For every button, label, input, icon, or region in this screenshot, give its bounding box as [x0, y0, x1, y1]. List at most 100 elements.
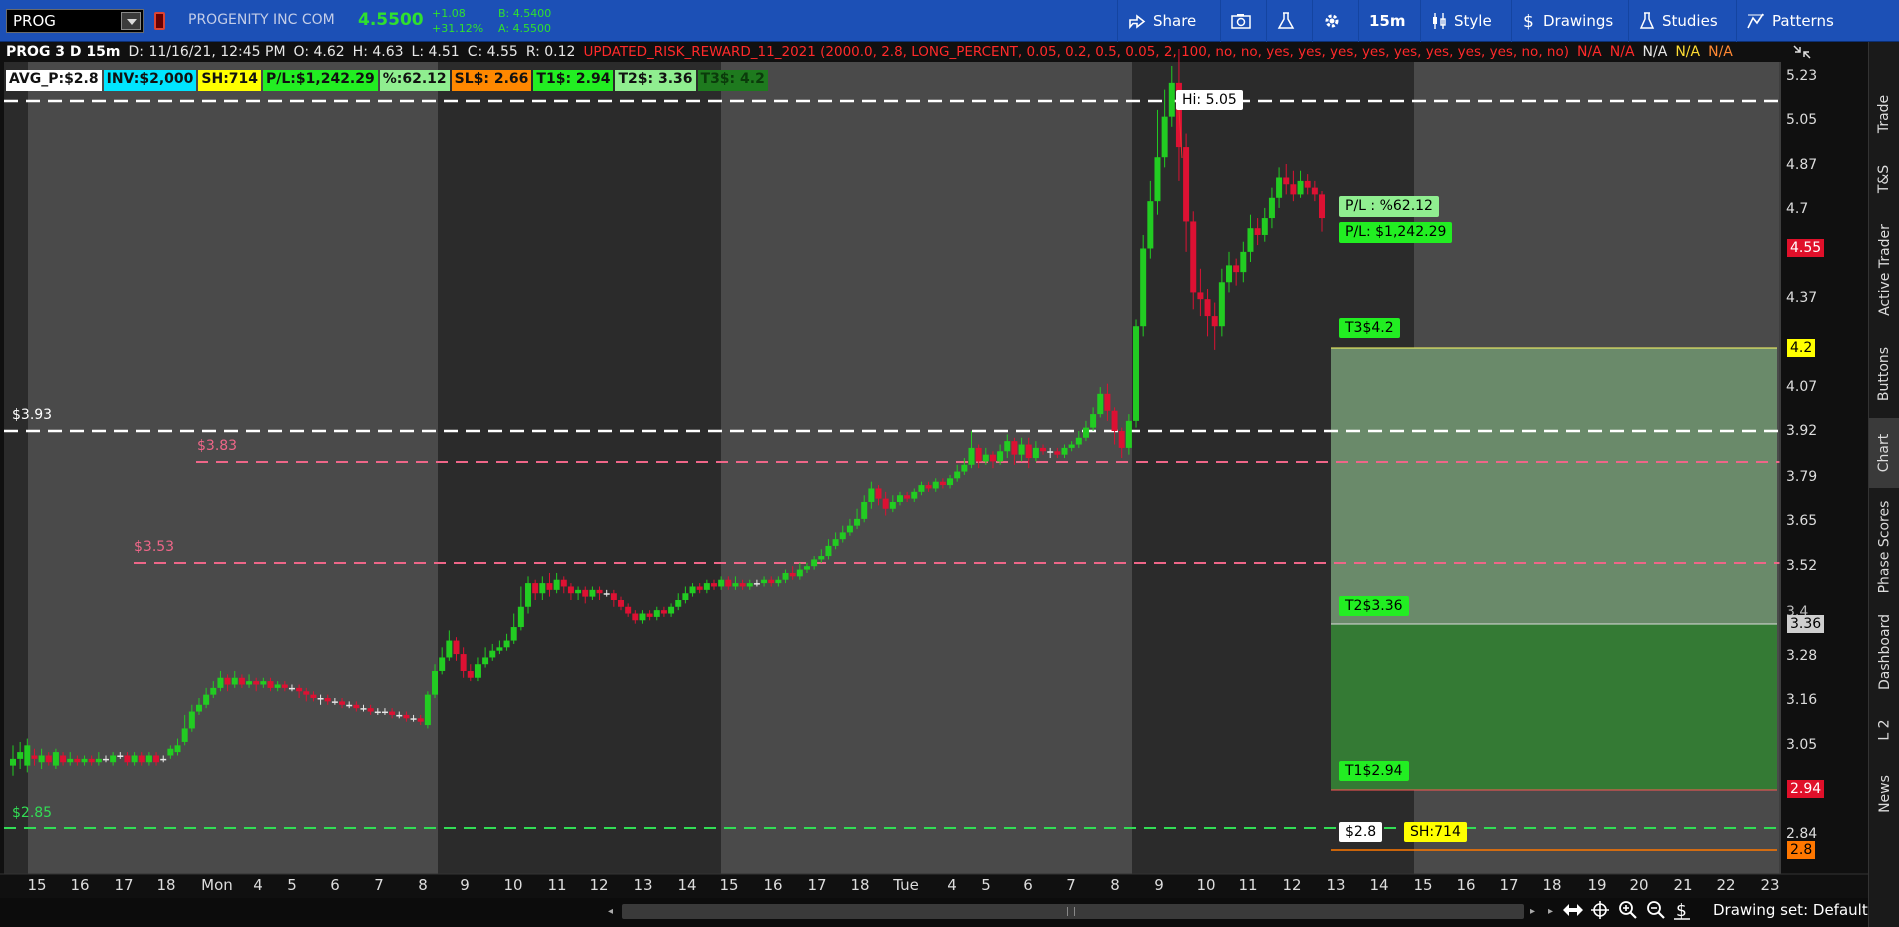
target-zone-t2-t3 [1331, 348, 1777, 624]
candle-body [1233, 265, 1240, 273]
candle-body [102, 758, 109, 761]
candle-body [753, 583, 760, 585]
time-tick-label: 16 [763, 876, 783, 894]
candle-body [1319, 194, 1325, 219]
sidebar-tab-dashboard[interactable]: Dashboard [1869, 606, 1899, 698]
price-chart[interactable] [0, 42, 1868, 927]
candle-body [725, 579, 732, 587]
scroll-left-icon[interactable]: ◂ [608, 906, 613, 917]
patterns-button[interactable]: Patterns [1736, 0, 1844, 42]
sidebar-tab-phase-scores[interactable]: Phase Scores [1869, 492, 1899, 602]
zoom-in-icon[interactable] [1618, 900, 1638, 924]
sidebar-tab-buttons[interactable]: Buttons [1869, 334, 1899, 414]
drawing-set-selector[interactable]: Drawing set: Default [1713, 901, 1868, 919]
collapse-header-icon[interactable] [1792, 44, 1812, 64]
price-tick-label: 3.16 [1786, 692, 1818, 708]
bar-close: C: 4.55 [467, 44, 518, 60]
candle-body [1133, 326, 1140, 421]
candle-body [339, 701, 346, 705]
time-tick-label: 17 [1499, 876, 1519, 894]
candle-body [1018, 444, 1025, 455]
candle-body [1190, 221, 1197, 293]
time-tick-label: 15 [27, 876, 47, 894]
pattern-icon [1747, 13, 1764, 29]
sidebar-tab-trade[interactable]: Trade [1869, 84, 1899, 144]
candle-body [925, 485, 932, 489]
na-value: N/A [1675, 44, 1701, 60]
t2-bubble: T2$3.36 [1339, 596, 1409, 616]
candle-body [303, 691, 310, 695]
price-tick-label: 3.65 [1786, 513, 1818, 529]
settings-button[interactable] [1312, 0, 1351, 42]
scroll-end-icon[interactable]: ▸ [1548, 906, 1553, 917]
candle-body [31, 755, 38, 759]
sidebar-tab-l-2[interactable]: L 2 [1869, 702, 1899, 758]
pan-arrows-icon[interactable] [1562, 901, 1584, 923]
investment-label: INV:$2,000 [103, 70, 197, 91]
drawing-dollar-icon[interactable]: $ [1674, 899, 1692, 925]
candle-body [331, 701, 338, 703]
candle-body [582, 589, 589, 597]
sidebar-tab-label: T&S [1876, 164, 1893, 194]
candle-body [668, 606, 675, 614]
sidebar-tab-active-trader[interactable]: Active Trader [1869, 210, 1899, 330]
bar-high: H: 4.63 [352, 44, 404, 60]
sidebar-tab-label: Active Trader [1876, 224, 1893, 316]
share-button[interactable]: Share [1117, 0, 1206, 42]
thinkback-button[interactable] [1266, 0, 1305, 42]
style-button[interactable]: Style [1420, 0, 1502, 42]
interval-button[interactable]: 15m [1358, 0, 1416, 42]
chart-area[interactable] [0, 42, 1868, 927]
zoom-out-icon[interactable] [1646, 900, 1666, 924]
candle-body [1097, 393, 1104, 415]
target1-label: T1$: 2.94 [533, 70, 614, 91]
candle-body [1032, 447, 1039, 459]
scroll-grip-icon[interactable] [1067, 907, 1075, 916]
candle-body [24, 745, 31, 766]
sidebar-tab-label: L 2 [1876, 719, 1893, 741]
symbol-dropdown-button[interactable] [121, 12, 141, 30]
snapshot-button[interactable] [1220, 0, 1261, 42]
pl-label: P/L:$1,242.29 [263, 70, 378, 91]
avg-price-axis-label: 2.8 [1787, 841, 1816, 859]
time-tick-label: 4 [253, 876, 263, 894]
candle-body [1004, 441, 1011, 452]
candle-body [918, 485, 925, 492]
candle-body [818, 556, 825, 560]
symbol-input[interactable]: PROG [6, 9, 144, 33]
candle-body [38, 755, 45, 763]
pl-dollar-bubble: P/L: $1,242.29 [1339, 222, 1453, 243]
candle-body [832, 539, 839, 546]
risk-labels-row: AVG_P:$2.8 INV:$2,000 SH:714 P/L:$1,242.… [6, 70, 768, 91]
candle-body [768, 579, 775, 584]
price-tick-label: 4.7 [1786, 201, 1809, 217]
candle-body [10, 758, 16, 766]
study-label[interactable]: UPDATED_RISK_REWARD_11_2021 (2000.0, 2.8… [583, 44, 1569, 62]
candle-body [839, 532, 846, 540]
candle-body [517, 606, 524, 628]
na-value: N/A [1609, 44, 1635, 60]
scroll-right-icon[interactable]: ▸ [1530, 906, 1535, 917]
horizontal-scrollbar[interactable] [622, 904, 1524, 919]
sidebar-tab-news[interactable]: News [1869, 758, 1899, 830]
candle-body [1247, 228, 1254, 252]
sidebar-tab-chart[interactable]: Chart [1869, 418, 1899, 488]
link-group-icon[interactable] [154, 12, 165, 30]
t3-price-label: 4.2 [1787, 339, 1816, 357]
candle-body [1118, 431, 1125, 448]
candle-body [153, 755, 160, 763]
pl-percent-label: %:62.12 [379, 70, 450, 91]
candle-body [203, 694, 210, 705]
drawings-button[interactable]: $ Drawings [1511, 0, 1623, 42]
camera-icon [1231, 14, 1251, 29]
time-tick-label: 4 [947, 876, 957, 894]
studies-button[interactable]: Studies [1628, 0, 1728, 42]
candle-body [782, 572, 789, 580]
chart-toolbar: PROG PROGENITY INC COM 4.5500 +1.08 +31.… [0, 0, 1899, 42]
candle-body [1211, 316, 1218, 327]
candle-body [1154, 157, 1161, 202]
sidebar-tab-t-s[interactable]: T&S [1869, 154, 1899, 204]
crosshair-icon[interactable] [1590, 900, 1610, 924]
candle-body [596, 589, 603, 594]
candle-body [296, 687, 303, 692]
